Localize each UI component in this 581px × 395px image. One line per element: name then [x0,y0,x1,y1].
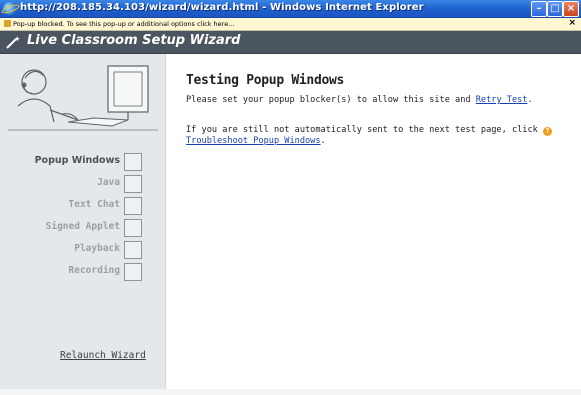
step-signed-applet: Signed Applet [0,217,165,237]
instruction-text: Please set your popup blocker(s) to allo… [186,95,476,105]
step-label: Playback [74,243,120,254]
step-label: Recording [68,265,120,276]
step-status-box [124,197,142,215]
step-text-chat: Text Chat [0,195,165,215]
step-status-box [124,241,142,259]
step-recording: Recording [0,261,165,281]
infobar-text[interactable]: Pop-up blocked. To see this pop-up or ad… [13,19,234,29]
user-at-computer-illustration [8,65,158,131]
step-label: Signed Applet [45,221,120,232]
browser-window: http://208.185.34.103/wizard/wizard.html… [0,0,581,395]
step-popup-windows: Popup Windows [0,151,165,171]
maximize-button[interactable]: □ [547,1,563,17]
step-java: Java [0,173,165,193]
internet-explorer-icon [3,2,16,15]
infobar-close-icon[interactable]: × [568,18,576,29]
minimize-button[interactable]: – [531,1,547,17]
instruction-paragraph: Please set your popup blocker(s) to allo… [186,95,566,106]
wizard-header: Live Classroom Setup Wizard [0,31,581,54]
step-status-box [124,153,142,171]
troubleshoot-period: . [320,136,326,146]
instruction-period: . [527,95,533,105]
relaunch-wizard-link[interactable]: Relaunch Wizard [60,350,146,361]
wizard-sidebar: Popup Windows Java Text Chat Signed Appl… [0,54,166,395]
retry-test-link[interactable]: Retry Test [476,95,528,105]
popup-blocked-infobar[interactable]: Pop-up blocked. To see this pop-up or ad… [0,18,581,31]
step-label: Popup Windows [34,155,120,166]
page-title: Testing Popup Windows [186,73,345,88]
wizard-title: Live Classroom Setup Wizard [27,33,241,48]
wand-icon [6,36,20,49]
title-bar[interactable]: http://208.185.34.103/wizard/wizard.html… [0,0,581,18]
step-label: Text Chat [68,199,120,210]
close-button[interactable]: × [563,1,579,17]
popup-blocked-icon [4,20,11,27]
help-icon[interactable]: ? [543,127,552,136]
troubleshoot-paragraph: If you are still not automatically sent … [186,125,566,147]
troubleshoot-popup-windows-link[interactable]: Troubleshoot Popup Windows [186,136,321,146]
window-bottom-edge [0,389,581,395]
step-label: Java [97,177,120,188]
window-title: http://208.185.34.103/wizard/wizard.html… [20,2,424,13]
main-content: Testing Popup Windows Please set your po… [166,54,581,395]
step-status-box [124,175,142,193]
step-status-box [124,219,142,237]
troubleshoot-text: If you are still not automatically sent … [186,125,543,135]
step-status-box [124,263,142,281]
step-playback: Playback [0,239,165,259]
